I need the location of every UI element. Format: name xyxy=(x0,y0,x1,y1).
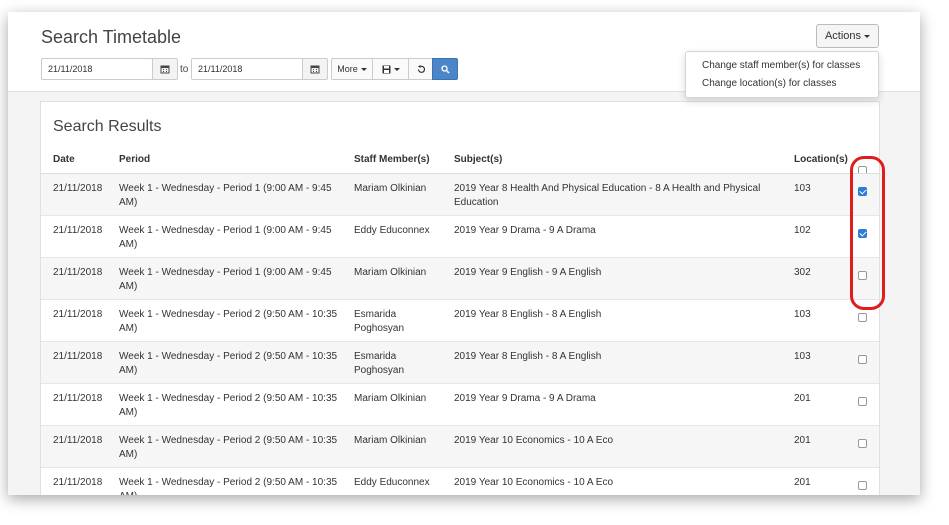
menu-item-change-location[interactable]: Change location(s) for classes xyxy=(686,75,878,93)
calendar-icon xyxy=(160,65,170,74)
floppy-disk-icon xyxy=(382,65,390,73)
cell-location: 103 xyxy=(794,351,811,362)
table-row: 21/11/2018 Week 1 - Wednesday - Period 1 … xyxy=(41,174,879,216)
more-button[interactable]: More xyxy=(331,58,373,80)
menu-item-change-staff[interactable]: Change staff member(s) for classes xyxy=(686,57,878,75)
search-results-panel: Search Results Date Period Staff Member(… xyxy=(40,101,880,495)
cell-period: Week 1 - Wednesday - Period 1 (9:00 AM -… xyxy=(119,267,332,292)
cell-subject: 2019 Year 8 English - 8 A English xyxy=(454,351,602,362)
cell-staff: Mariam Olkinian xyxy=(354,267,427,278)
cell-period: Week 1 - Wednesday - Period 2 (9:50 AM -… xyxy=(119,393,338,418)
cell-staff: Esmarida Poghosyan xyxy=(354,309,405,334)
cell-date: 21/11/2018 xyxy=(53,309,103,320)
cell-location: 201 xyxy=(794,435,811,446)
app-window: Search Timetable 21/11/2018 to 21/11/201… xyxy=(8,12,920,495)
cell-staff: Mariam Olkinian xyxy=(354,393,427,404)
cell-location: 103 xyxy=(794,309,811,320)
cell-date: 21/11/2018 xyxy=(53,351,103,362)
chevron-down-icon xyxy=(360,67,367,71)
table-row: 21/11/2018 Week 1 - Wednesday - Period 1 … xyxy=(41,216,879,258)
cell-staff: Mariam Olkinian xyxy=(354,183,427,194)
undo-icon xyxy=(417,64,425,73)
column-header-location: Location(s) xyxy=(794,154,848,165)
column-header-staff: Staff Member(s) xyxy=(354,154,430,165)
table-row: 21/11/2018 Week 1 - Wednesday - Period 2 … xyxy=(41,300,879,342)
row-select-checkbox[interactable] xyxy=(858,481,867,490)
chevron-down-icon xyxy=(393,67,400,71)
cell-subject: 2019 Year 8 Health And Physical Educatio… xyxy=(454,183,761,208)
date-from-calendar-button[interactable] xyxy=(152,58,178,80)
cell-location: 302 xyxy=(794,267,811,278)
column-header-period: Period xyxy=(119,154,151,165)
to-label: to xyxy=(180,64,189,75)
row-select-checkbox[interactable] xyxy=(858,397,867,406)
column-header-subject: Subject(s) xyxy=(454,154,503,165)
cell-date: 21/11/2018 xyxy=(53,477,103,488)
save-dropdown-button[interactable] xyxy=(372,58,409,80)
cell-location: 102 xyxy=(794,225,811,236)
table-row: 21/11/2018 Week 1 - Wednesday - Period 1 … xyxy=(41,258,879,300)
cell-subject: 2019 Year 8 English - 8 A English xyxy=(454,309,602,320)
cell-date: 21/11/2018 xyxy=(53,435,103,446)
cell-date: 21/11/2018 xyxy=(53,393,103,404)
cell-date: 21/11/2018 xyxy=(53,267,103,278)
more-button-label: More xyxy=(337,64,358,74)
cell-subject: 2019 Year 10 Economics - 10 A Eco xyxy=(454,435,613,446)
cell-period: Week 1 - Wednesday - Period 1 (9:00 AM -… xyxy=(119,225,332,250)
column-header-date: Date xyxy=(53,154,75,165)
cell-date: 21/11/2018 xyxy=(53,183,103,194)
table-row: 21/11/2018 Week 1 - Wednesday - Period 2 … xyxy=(41,384,879,426)
chevron-down-icon xyxy=(864,34,871,38)
cell-staff: Eddy Educonnex xyxy=(354,477,430,488)
cell-period: Week 1 - Wednesday - Period 2 (9:50 AM -… xyxy=(119,351,338,376)
cell-staff: Eddy Educonnex xyxy=(354,225,430,236)
table-row: 21/11/2018 Week 1 - Wednesday - Period 2 … xyxy=(41,468,879,495)
cell-location: 103 xyxy=(794,183,811,194)
actions-dropdown-menu: Change staff member(s) for classes Chang… xyxy=(685,51,879,98)
cell-location: 201 xyxy=(794,477,811,488)
checkbox-highlight-annotation xyxy=(850,156,885,310)
search-button[interactable] xyxy=(432,58,458,80)
actions-button[interactable]: Actions xyxy=(816,24,879,48)
results-title: Search Results xyxy=(53,118,162,135)
cell-date: 21/11/2018 xyxy=(53,225,103,236)
row-select-checkbox[interactable] xyxy=(858,313,867,322)
cell-staff: Mariam Olkinian xyxy=(354,435,427,446)
cell-period: Week 1 - Wednesday - Period 2 (9:50 AM -… xyxy=(119,477,338,495)
row-select-checkbox[interactable] xyxy=(858,439,867,448)
cell-staff: Esmarida Poghosyan xyxy=(354,351,405,376)
cell-period: Week 1 - Wednesday - Period 2 (9:50 AM -… xyxy=(119,309,338,334)
calendar-icon xyxy=(310,65,320,74)
cell-subject: 2019 Year 10 Economics - 10 A Eco xyxy=(454,477,613,488)
date-to-calendar-button[interactable] xyxy=(302,58,328,80)
search-icon xyxy=(440,64,450,74)
cell-period: Week 1 - Wednesday - Period 1 (9:00 AM -… xyxy=(119,183,332,208)
cell-subject: 2019 Year 9 Drama - 9 A Drama xyxy=(454,225,596,236)
cell-subject: 2019 Year 9 Drama - 9 A Drama xyxy=(454,393,596,404)
cell-subject: 2019 Year 9 English - 9 A English xyxy=(454,267,602,278)
table-row: 21/11/2018 Week 1 - Wednesday - Period 2 … xyxy=(41,342,879,384)
row-select-checkbox[interactable] xyxy=(858,355,867,364)
cell-period: Week 1 - Wednesday - Period 2 (9:50 AM -… xyxy=(119,435,338,460)
table-row: 21/11/2018 Week 1 - Wednesday - Period 2 … xyxy=(41,426,879,468)
undo-button[interactable] xyxy=(408,58,433,80)
actions-button-label: Actions xyxy=(824,30,862,42)
date-to-input[interactable]: 21/11/2018 xyxy=(191,58,303,80)
date-from-input[interactable]: 21/11/2018 xyxy=(41,58,153,80)
toolbar-button-group: More xyxy=(331,58,458,80)
page-title: Search Timetable xyxy=(41,27,182,47)
cell-location: 201 xyxy=(794,393,811,404)
